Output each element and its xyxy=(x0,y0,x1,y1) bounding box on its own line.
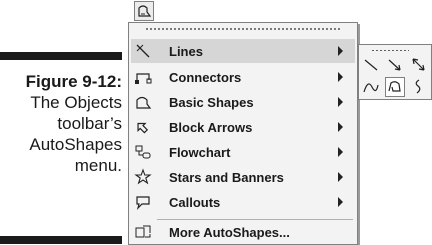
submenu-arrow-icon xyxy=(338,46,343,56)
more-autoshapes-icon xyxy=(135,225,151,238)
menu-item-callouts[interactable]: Callouts xyxy=(131,190,355,214)
autoshapes-menu: Lines Connectors Basic Shapes Block Arro… xyxy=(128,22,358,245)
menu-item-label: Block Arrows xyxy=(169,119,253,135)
line-icon xyxy=(364,59,378,71)
caption-line: menu. xyxy=(74,156,122,175)
figure-caption: Figure 9-12: The Objects toolbar’s AutoS… xyxy=(0,71,122,176)
callout-icon xyxy=(136,196,150,210)
submenu-arrow-icon xyxy=(338,197,343,207)
menu-item-label: Stars and Banners xyxy=(169,169,284,185)
menu-item-basic-shapes[interactable]: Basic Shapes xyxy=(131,90,355,114)
basic-shapes-icon xyxy=(136,96,152,109)
caption-line: toolbar’s xyxy=(57,114,122,133)
arrow-tool-button[interactable] xyxy=(385,55,405,75)
menu-item-label: More AutoShapes... xyxy=(169,224,290,240)
line-tool-button[interactable] xyxy=(361,55,381,75)
menu-item-label: Connectors xyxy=(169,69,242,85)
scribble-icon xyxy=(415,79,421,94)
menu-item-flowchart[interactable]: Flowchart xyxy=(131,140,355,164)
double-arrow-tool-button[interactable] xyxy=(409,55,429,75)
autoshapes-icon xyxy=(138,5,152,17)
connector-icon xyxy=(135,73,152,84)
menu-item-label: Lines xyxy=(169,43,203,59)
lines-submenu xyxy=(358,44,432,100)
freeform-icon xyxy=(388,81,401,92)
menu-item-stars-and-banners[interactable]: Stars and Banners xyxy=(131,165,355,189)
block-arrow-icon xyxy=(137,122,149,134)
curve-tool-button[interactable] xyxy=(361,77,381,97)
freeform-tool-button[interactable] xyxy=(385,77,405,97)
caption-bottom-rule xyxy=(0,236,122,244)
double-arrow-icon xyxy=(412,58,425,71)
submenu-drag-handle[interactable] xyxy=(371,49,409,52)
submenu-arrow-icon xyxy=(338,122,343,132)
submenu-arrow-icon xyxy=(338,172,343,182)
star-icon xyxy=(134,168,152,185)
menu-item-label: Flowchart xyxy=(169,144,231,160)
line-icon xyxy=(136,44,150,58)
arrow-icon xyxy=(388,59,401,71)
menu-item-connectors[interactable]: Connectors xyxy=(131,65,355,89)
submenu-arrow-icon xyxy=(338,72,343,82)
menu-drag-handle[interactable] xyxy=(145,27,341,31)
menu-item-label: Basic Shapes xyxy=(169,94,254,110)
scribble-tool-button[interactable] xyxy=(409,77,429,97)
menu-item-more-autoshapes[interactable]: More AutoShapes... xyxy=(131,220,355,244)
submenu-arrow-icon xyxy=(338,97,343,107)
flowchart-icon xyxy=(135,145,151,159)
menu-item-block-arrows[interactable]: Block Arrows xyxy=(131,115,355,139)
menu-item-lines[interactable]: Lines xyxy=(131,39,355,63)
submenu-arrow-icon xyxy=(338,147,343,157)
caption-top-rule xyxy=(0,52,122,60)
autoshapes-button[interactable] xyxy=(134,1,154,21)
menu-item-label: Callouts xyxy=(169,194,221,210)
curve-icon xyxy=(363,83,379,93)
figure-number: Figure 9-12: xyxy=(25,72,122,91)
caption-line: The Objects xyxy=(30,93,122,112)
caption-line: AutoShapes xyxy=(29,135,122,154)
